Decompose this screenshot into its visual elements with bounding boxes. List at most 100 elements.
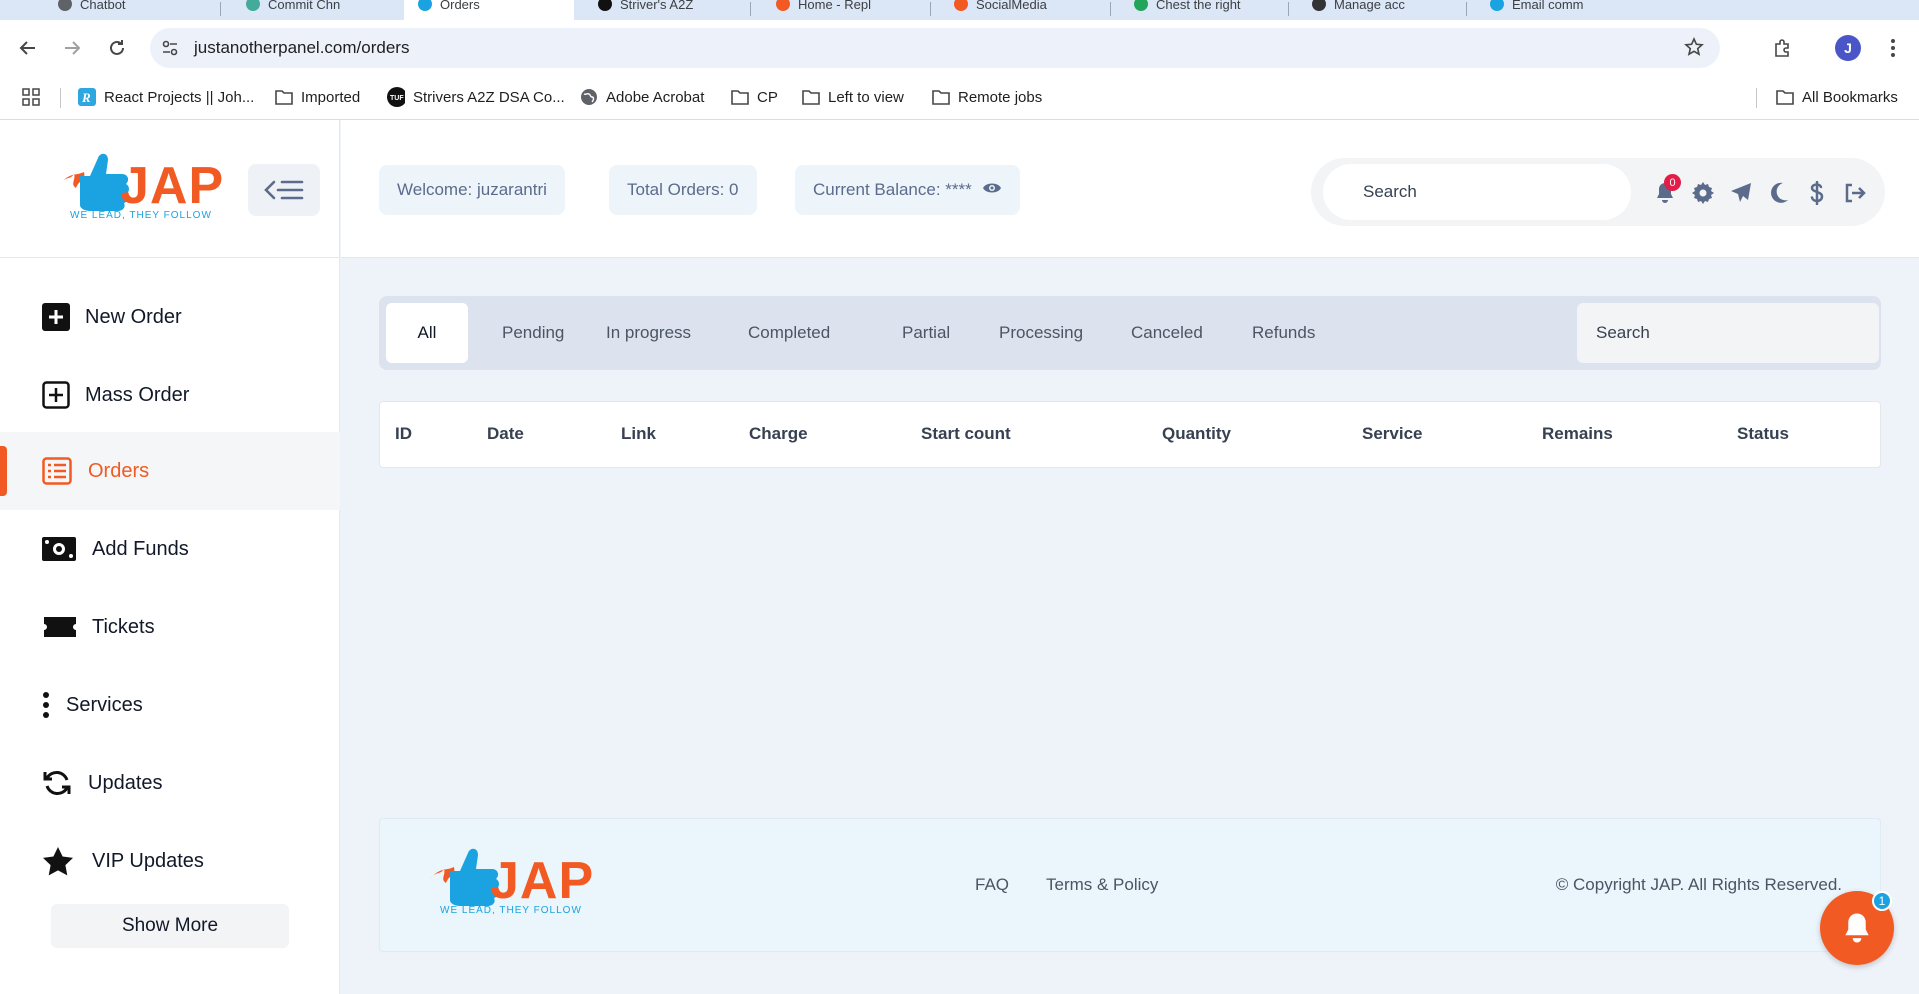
tab-label: Chest the right	[1156, 0, 1241, 12]
profile-avatar[interactable]: J	[1834, 34, 1862, 62]
sidebar-item-label: VIP Updates	[92, 849, 204, 872]
forward-icon[interactable]	[58, 34, 86, 62]
sidebar: JAP WE LEAD, THEY FOLLOW New Order Mass …	[0, 120, 340, 994]
sidebar-item-label: Orders	[88, 459, 150, 482]
site-info-icon[interactable]	[150, 39, 190, 57]
browser-tab[interactable]: SocialMedia	[940, 0, 1061, 20]
back-icon[interactable]	[14, 34, 42, 62]
browser-tab[interactable]: Email comm	[1476, 0, 1598, 20]
svg-text:R: R	[81, 90, 91, 105]
all-bookmarks[interactable]: All Bookmarks	[1776, 88, 1898, 106]
orders-table: ID Date Link Charge Start count Quantity…	[379, 401, 1881, 468]
send-icon[interactable]	[1728, 180, 1754, 206]
faq-link[interactable]: FAQ	[975, 875, 1009, 895]
column-header-id: ID	[395, 424, 412, 443]
tab-label: Orders	[440, 0, 480, 12]
column-header-status: Status	[1737, 424, 1789, 443]
bookmark-label: CP	[757, 88, 778, 106]
folder-icon	[802, 88, 820, 106]
tab-favicon-icon	[418, 0, 432, 11]
tab-all[interactable]: All	[386, 303, 468, 363]
balance-text: Current Balance: ****	[813, 180, 972, 199]
gear-icon[interactable]	[1690, 180, 1716, 206]
tab-favicon-icon	[598, 0, 612, 11]
list-icon	[42, 455, 78, 487]
tab-canceled[interactable]: Canceled	[1113, 303, 1221, 363]
tab-in-progress[interactable]: In progress	[588, 303, 709, 363]
eye-icon[interactable]	[982, 180, 1002, 200]
tab-pending[interactable]: Pending	[484, 303, 582, 363]
bookmark-item[interactable]: TUF Strivers A2Z DSA Co...	[387, 87, 565, 107]
sidebar-item-tickets[interactable]: Tickets	[0, 588, 340, 666]
sidebar-item-services[interactable]: Services	[0, 666, 340, 744]
browser-tab[interactable]: Commit Chn	[232, 0, 354, 20]
svg-text:TUF: TUF	[390, 95, 404, 102]
folder-icon	[1776, 88, 1794, 106]
url-text[interactable]: justanotherpanel.com/orders	[194, 38, 409, 58]
terms-policy-link[interactable]: Terms & Policy	[1046, 875, 1158, 895]
browser-tab-strip: Chatbot Commit Chn Orders Striver's A2Z …	[0, 0, 1919, 20]
tab-label: Home - Repl	[798, 0, 871, 12]
collapse-menu-icon	[264, 180, 304, 200]
address-bar[interactable]: justanotherpanel.com/orders	[150, 28, 1720, 68]
browser-menu-icon[interactable]	[1879, 34, 1907, 62]
sidebar-item-updates[interactable]: Updates	[0, 744, 340, 822]
bookmark-item[interactable]: CP	[731, 88, 778, 106]
tab-refunds[interactable]: Refunds	[1234, 303, 1333, 363]
bookmark-item[interactable]: Remote jobs	[932, 88, 1042, 106]
tab-favicon-icon	[58, 0, 72, 11]
orders-search-input[interactable]	[1577, 303, 1879, 363]
tab-partial[interactable]: Partial	[884, 303, 968, 363]
bookmark-item[interactable]: Adobe Acrobat	[580, 88, 704, 106]
sidebar-toggle-button[interactable]	[248, 164, 320, 216]
column-header-link: Link	[621, 424, 656, 443]
balance-badge[interactable]: Current Balance: ****	[795, 165, 1020, 215]
footer-jap-logo[interactable]: JAP WE LEAD, THEY FOLLOW	[418, 845, 593, 925]
page: JAP WE LEAD, THEY FOLLOW New Order Mass …	[0, 120, 1919, 994]
bell-icon	[1845, 913, 1869, 943]
moon-icon[interactable]	[1766, 180, 1792, 206]
sidebar-item-label: Tickets	[92, 615, 155, 638]
notifications-button[interactable]: 0	[1652, 174, 1681, 206]
extensions-icon[interactable]	[1768, 34, 1796, 62]
bookmark-star-icon[interactable]	[1684, 37, 1704, 62]
browser-tab[interactable]: Home - Repl	[762, 0, 885, 20]
floating-notification-button[interactable]: 1	[1820, 891, 1894, 965]
folder-icon	[932, 88, 950, 106]
browser-tab[interactable]: Manage acc	[1298, 0, 1419, 20]
page-footer: JAP WE LEAD, THEY FOLLOW FAQ Terms & Pol…	[379, 818, 1881, 952]
tab-processing[interactable]: Processing	[981, 303, 1101, 363]
sidebar-item-new-order[interactable]: New Order	[0, 278, 340, 356]
reload-icon[interactable]	[103, 34, 131, 62]
browser-tab[interactable]: Chatbot	[44, 0, 140, 20]
logo-tagline: WE LEAD, THEY FOLLOW	[70, 210, 212, 221]
tab-label: SocialMedia	[976, 0, 1047, 12]
sidebar-item-vip-updates[interactable]: VIP Updates	[0, 822, 340, 900]
column-header-remains: Remains	[1542, 424, 1613, 443]
sidebar-item-orders[interactable]: Orders	[0, 432, 340, 510]
browser-tab-active[interactable]: Orders	[404, 0, 574, 20]
bookmark-item[interactable]: R React Projects || Joh...	[78, 88, 254, 106]
bookmark-item[interactable]: Left to view	[802, 88, 904, 106]
bookmark-label: Strivers A2Z DSA Co...	[413, 88, 565, 106]
jap-logo[interactable]: JAP WE LEAD, THEY FOLLOW	[48, 150, 223, 230]
apps-grid-icon[interactable]	[22, 88, 40, 106]
sidebar-item-mass-order[interactable]: Mass Order	[0, 356, 340, 434]
show-more-button[interactable]: Show More	[51, 904, 289, 948]
bookmark-label: Adobe Acrobat	[606, 88, 705, 106]
dollar-icon[interactable]	[1804, 180, 1830, 206]
tab-completed[interactable]: Completed	[730, 303, 848, 363]
tab-favicon-icon	[954, 0, 968, 11]
star-icon	[42, 845, 78, 877]
bookmark-item[interactable]: Imported	[275, 88, 360, 106]
sidebar-item-label: Mass Order	[85, 383, 190, 406]
browser-tab[interactable]: Chest the right	[1120, 0, 1255, 20]
browser-tab[interactable]: Striver's A2Z	[584, 0, 707, 20]
logout-icon[interactable]	[1842, 180, 1868, 206]
plus-square-outline-icon	[42, 379, 78, 411]
tab-label: Striver's A2Z	[620, 0, 694, 12]
tab-favicon-icon	[776, 0, 790, 11]
header-search-input[interactable]	[1323, 164, 1631, 220]
bookmark-label: React Projects || Joh...	[104, 88, 255, 106]
sidebar-item-add-funds[interactable]: Add Funds	[0, 510, 340, 588]
